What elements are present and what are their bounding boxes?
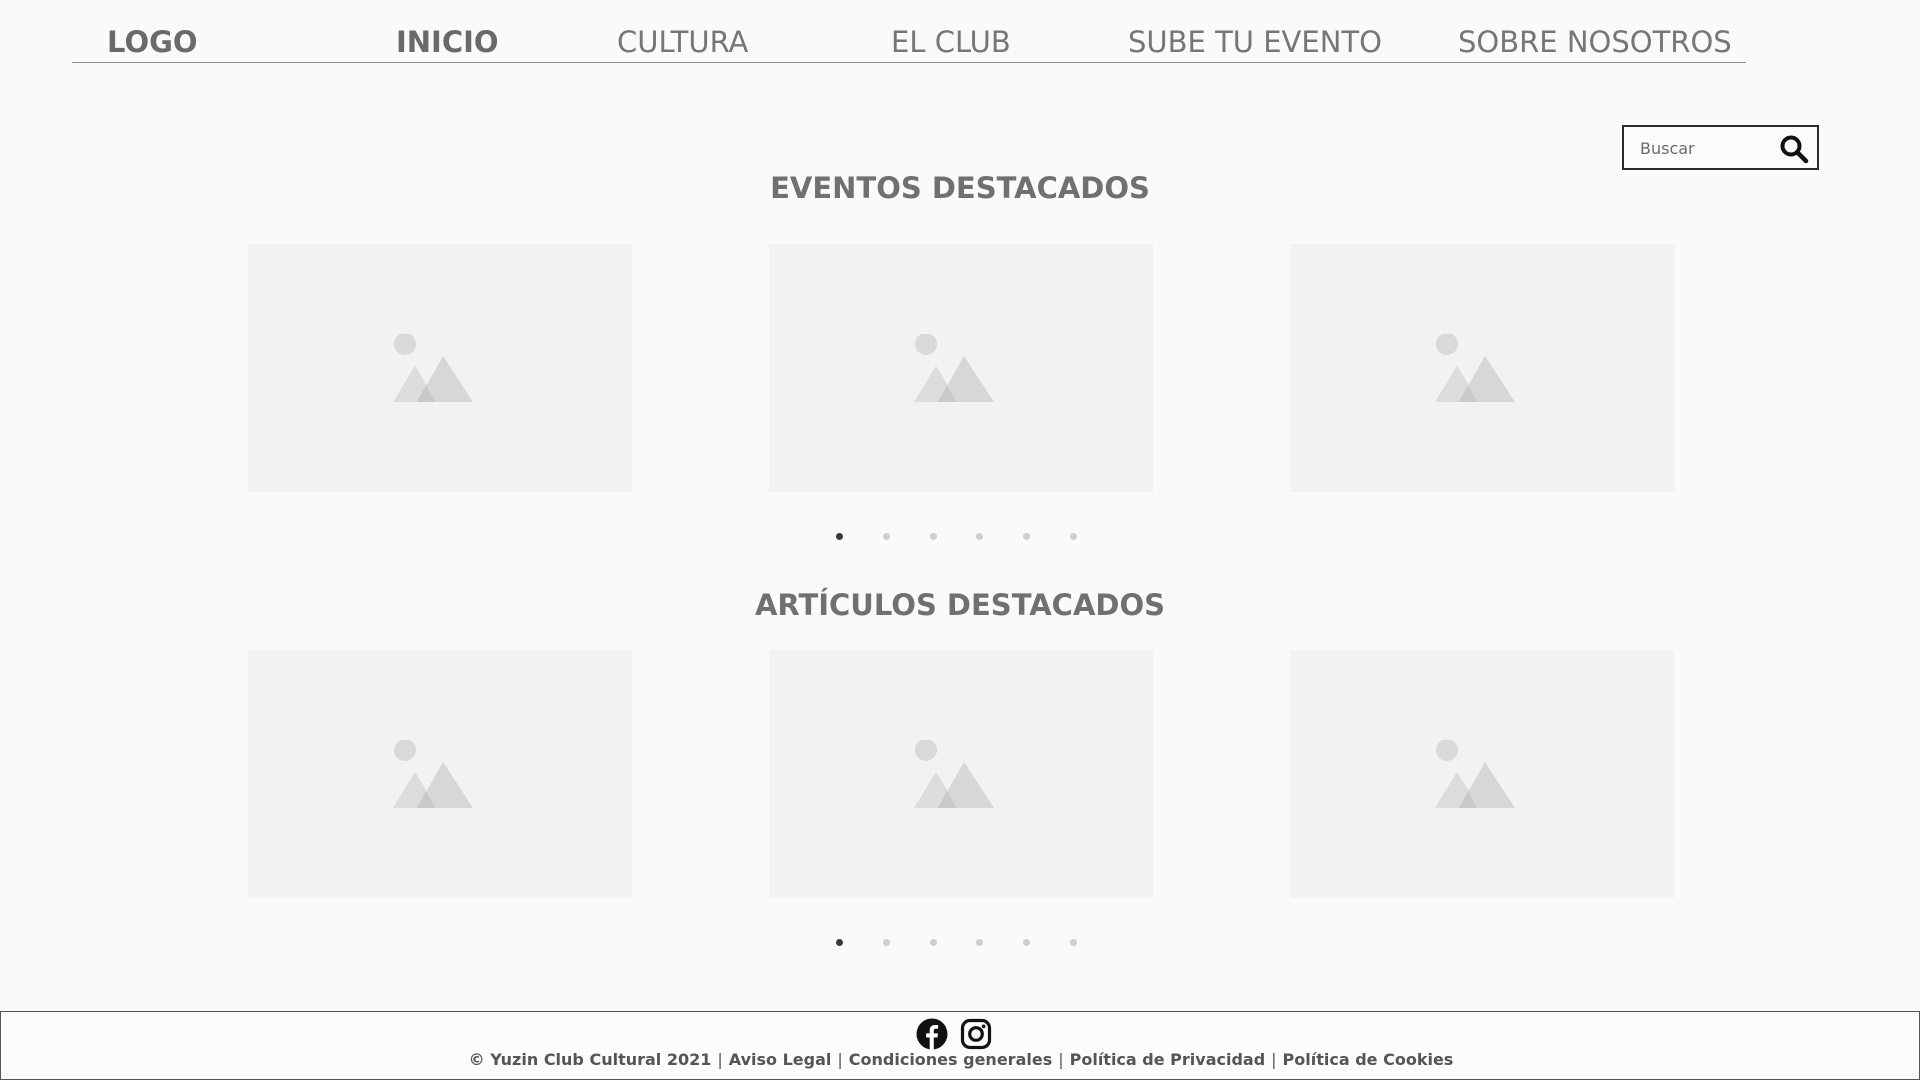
nav-item-cultura[interactable]: CULTURA (617, 22, 748, 62)
link-condiciones-generales[interactable]: Condiciones generales (849, 1050, 1052, 1069)
carousel-dot[interactable] (883, 533, 890, 540)
carousel-dot[interactable] (1070, 533, 1077, 540)
image-placeholder-icon (914, 334, 994, 402)
carousel-dot[interactable] (930, 533, 937, 540)
search-input[interactable] (1638, 135, 1782, 162)
section-title-articulos: ARTÍCULOS DESTACADOS (754, 588, 1166, 622)
article-card[interactable] (1290, 650, 1674, 898)
top-navigation: LOGO INICIO CULTURA EL CLUB SUBE TU EVEN… (72, 0, 1746, 63)
image-placeholder-icon (914, 740, 994, 808)
event-card[interactable] (248, 244, 632, 492)
section-title-eventos: EVENTOS DESTACADOS (770, 171, 1150, 205)
event-card[interactable] (1290, 244, 1674, 492)
event-card[interactable] (769, 244, 1153, 492)
carousel-dot[interactable] (836, 939, 843, 946)
footer: © Yuzin Club Cultural 2021 | Aviso Legal | C… (0, 1011, 1920, 1080)
separator: | (717, 1050, 723, 1069)
link-aviso-legal[interactable]: Aviso Legal (729, 1050, 832, 1069)
copyright-text: © Yuzin Club Cultural 2021 (468, 1050, 712, 1069)
separator: | (1058, 1050, 1064, 1069)
nav-item-el-club[interactable]: EL CLUB (891, 22, 1011, 62)
link-politica-privacidad[interactable]: Política de Privacidad (1070, 1050, 1266, 1069)
carousel-dot[interactable] (976, 939, 983, 946)
facebook-icon[interactable] (916, 1018, 948, 1050)
carousel-dot[interactable] (836, 533, 843, 540)
nav-item-sobre-nosotros[interactable]: SOBRE NOSOTROS (1458, 22, 1732, 62)
carousel-dots-eventos (836, 531, 1086, 545)
separator: | (1271, 1050, 1277, 1069)
carousel-dot[interactable] (1023, 533, 1030, 540)
image-placeholder-icon (1435, 334, 1515, 402)
image-placeholder-icon (1435, 740, 1515, 808)
image-placeholder-icon (393, 334, 473, 402)
instagram-icon[interactable] (960, 1018, 992, 1050)
footer-legal: © Yuzin Club Cultural 2021 | Aviso Legal | C… (1, 1048, 1920, 1072)
carousel-dot[interactable] (1070, 939, 1077, 946)
nav-item-sube-tu-evento[interactable]: SUBE TU EVENTO (1128, 22, 1382, 62)
carousel-dot[interactable] (976, 533, 983, 540)
search-box (1622, 125, 1819, 170)
carousel-dot[interactable] (1023, 939, 1030, 946)
carousel-dot[interactable] (930, 939, 937, 946)
logo[interactable]: LOGO (107, 22, 198, 62)
link-politica-cookies[interactable]: Política de Cookies (1283, 1050, 1454, 1069)
carousel-dot[interactable] (883, 939, 890, 946)
separator: | (837, 1050, 843, 1069)
article-card[interactable] (769, 650, 1153, 898)
image-placeholder-icon (393, 740, 473, 808)
carousel-dots-articulos (836, 937, 1086, 951)
nav-item-inicio[interactable]: INICIO (396, 22, 499, 62)
search-icon[interactable] (1779, 134, 1809, 164)
article-card[interactable] (248, 650, 632, 898)
